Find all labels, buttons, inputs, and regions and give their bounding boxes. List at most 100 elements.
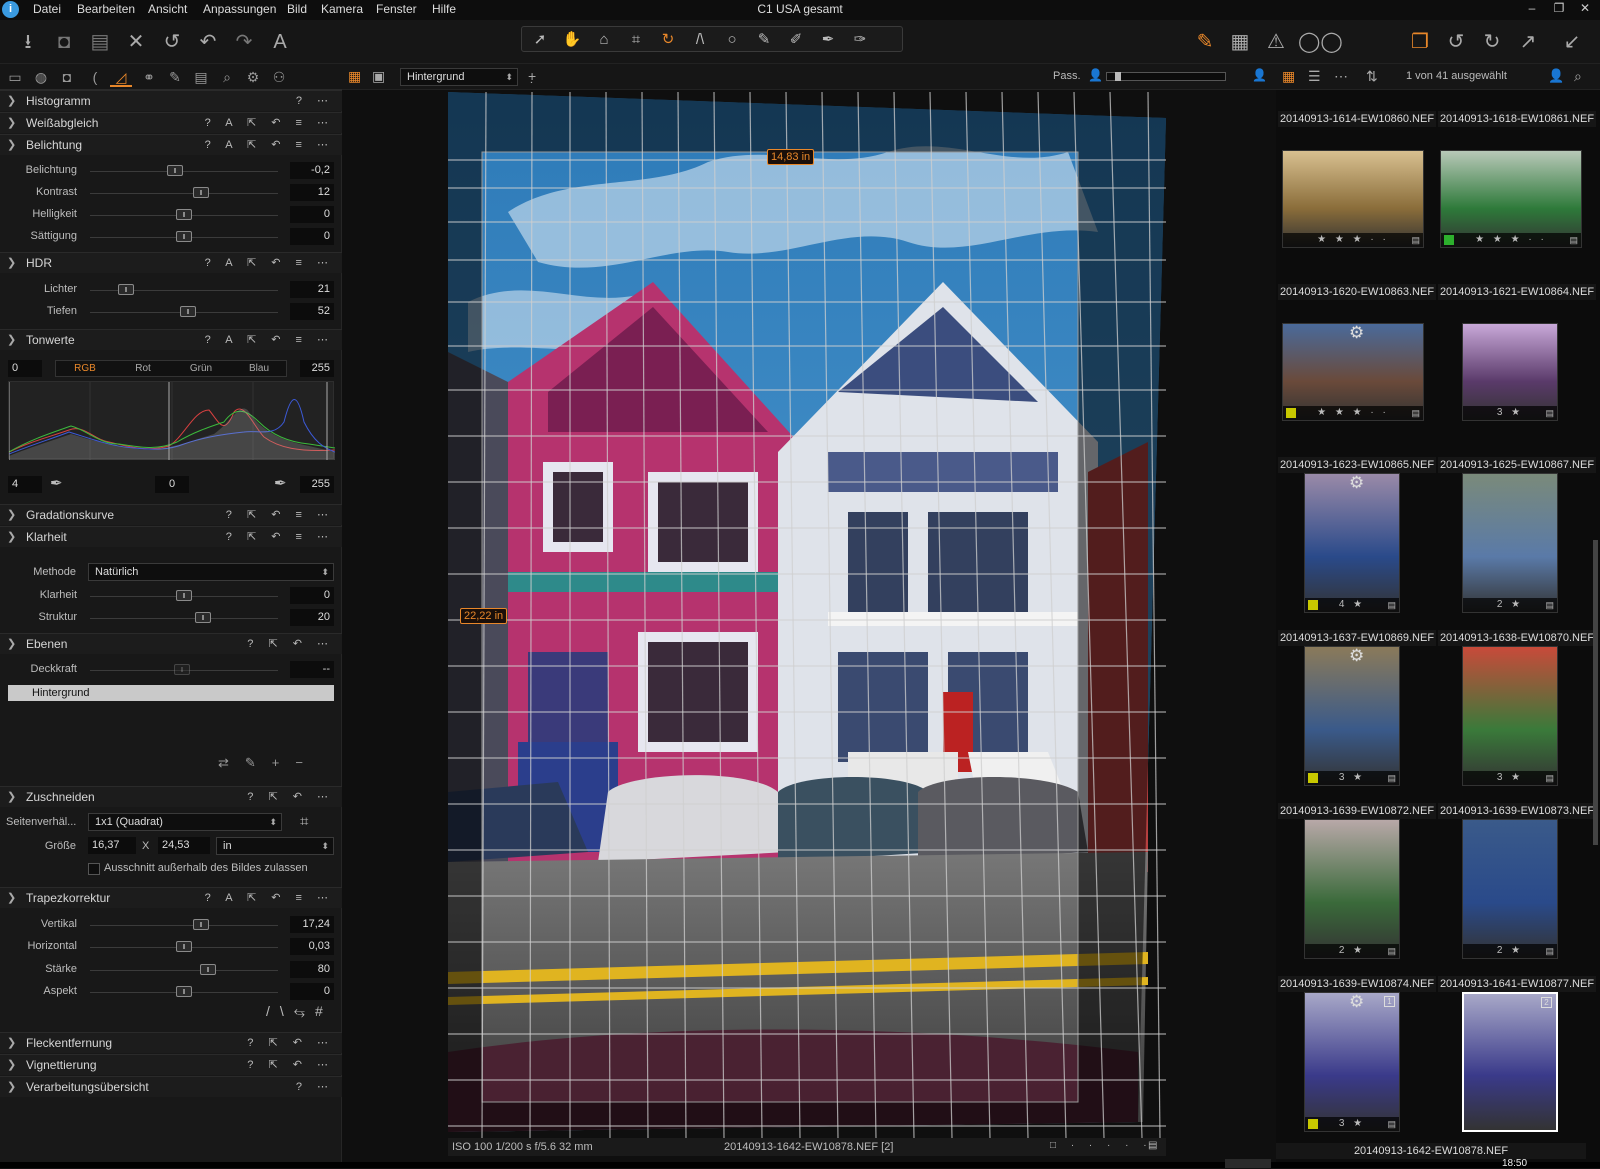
section-hdr[interactable]: ❯ HDR ? A ⇱ ↶ ≡ ⋯	[0, 252, 342, 273]
slider-value[interactable]: 21	[290, 281, 334, 298]
tab-details-icon[interactable]: ✎	[164, 67, 186, 87]
thumbnail-image[interactable]: 3 ★ ▤	[1462, 323, 1558, 421]
section-layers[interactable]: ❯ Ebenen ? ⇱ ↶ ⋯	[0, 633, 342, 654]
pan-cursor-icon[interactable]: ✋	[558, 30, 586, 50]
star-rating[interactable]: 3 ★	[1305, 1117, 1399, 1131]
tab-channel-rgb[interactable]: RGB	[56, 363, 114, 374]
menu-kamera[interactable]: Kamera	[321, 2, 363, 16]
thumbnail-menu-icon[interactable]: ▤	[1411, 233, 1420, 247]
expand-icon[interactable]: ↗	[1514, 28, 1542, 56]
thumbnail-filename[interactable]: 20140913-1639-EW10872.NEF	[1278, 803, 1436, 819]
slider-handle[interactable]	[176, 986, 192, 997]
tab-channel-blue[interactable]: Blau	[230, 363, 288, 374]
slider-value[interactable]: -0,2	[290, 162, 334, 179]
section-actions[interactable]: ? A ⇱ ↶ ≡ ⋯	[205, 891, 334, 904]
slider-handle[interactable]	[176, 209, 192, 220]
single-viewer-icon[interactable]: ▣	[372, 68, 385, 85]
section-actions[interactable]: ? ⋯	[296, 94, 334, 107]
thumbnail-image[interactable]: ★ ★ ★ · · ▤	[1282, 150, 1424, 248]
thumbnail-image[interactable]: 4 ★ ▤	[1304, 473, 1400, 613]
thumbnail-menu-icon[interactable]: ▤	[1387, 1117, 1396, 1131]
thumbnail-filename[interactable]: 20140913-1614-EW10860.NEF	[1278, 111, 1436, 127]
multi-viewer-icon[interactable]: ▦	[348, 68, 361, 85]
star-rating[interactable]: 3 ★	[1463, 771, 1557, 785]
crop-outside-checkbox[interactable]	[88, 863, 100, 875]
thumbnail-image[interactable]: ★ ★ ★ · · ▤	[1440, 150, 1582, 248]
section-curve[interactable]: ❯ Gradationskurve ? ⇱ ↶ ≡ ⋯	[0, 504, 342, 525]
slider-handle[interactable]	[192, 187, 209, 198]
thumbnail-filename[interactable]: 20140913-1620-EW10863.NEF	[1278, 284, 1436, 300]
levels-input-low[interactable]: 4	[8, 476, 42, 493]
slider-track[interactable]	[90, 618, 278, 619]
levels-midpoint[interactable]: 0	[155, 476, 189, 493]
gradient-cursor-icon[interactable]: ✐	[782, 30, 810, 50]
close-window-icon[interactable]: ✕	[1576, 1, 1594, 15]
thumbnail-menu-icon[interactable]: ▤	[1569, 233, 1578, 247]
slider-value[interactable]: 20	[290, 609, 334, 626]
star-rating[interactable]: 4 ★	[1305, 598, 1399, 612]
crop-ratio-select[interactable]: 1x1 (Quadrat) ⬍	[88, 813, 282, 831]
tab-metadata-icon[interactable]: ▤	[190, 67, 212, 87]
section-spot-removal[interactable]: ❯ Fleckentfernung ? ⇱ ↶ ⋯	[0, 1032, 342, 1053]
search-icon[interactable]: ⌕	[1574, 68, 1582, 85]
star-rating[interactable]: 2 ★	[1463, 598, 1557, 612]
menu-anpassungen[interactable]: Anpassungen	[203, 2, 276, 16]
section-actions[interactable]: ? A ⇱ ↶ ≡ ⋯	[205, 138, 334, 151]
rotate-right-icon[interactable]: ↻	[1478, 28, 1506, 56]
thumbnail-menu-icon[interactable]: ▤	[1387, 598, 1396, 612]
layer-actions[interactable]: ⇄✎+−	[218, 755, 319, 771]
exposure-warning-icon[interactable]: ⚠	[1262, 28, 1290, 56]
slider-track[interactable]	[90, 171, 278, 172]
section-processing-summary[interactable]: ❯ Verarbeitungsübersicht ? ⋯	[0, 1076, 342, 1097]
section-keystone[interactable]: ❯ Trapezkorrektur ? A ⇱ ↶ ≡ ⋯	[0, 887, 342, 908]
menu-datei[interactable]: Datei	[33, 2, 61, 16]
filmstrip-view-icon[interactable]: ⋯	[1334, 68, 1348, 85]
tab-search-icon[interactable]: ⌕	[216, 67, 238, 87]
section-histogram[interactable]: ❯ Histogramm ? ⋯	[0, 90, 342, 111]
slider-value[interactable]: 0	[290, 228, 334, 245]
menu-bearbeiten[interactable]: Bearbeiten	[77, 2, 135, 16]
camera-icon[interactable]: ◘	[50, 28, 78, 56]
grid-icon[interactable]: ▦	[1226, 28, 1254, 56]
brush-cursor-icon[interactable]: ✎	[750, 30, 778, 50]
eraser-cursor-icon[interactable]: ✑	[846, 30, 874, 50]
thumbnail-filename[interactable]: 20140913-1637-EW10869.NEF	[1278, 630, 1436, 646]
loupe-cursor-icon[interactable]: ⌂	[590, 30, 618, 50]
edit-mode-icon[interactable]: ✎	[1191, 28, 1219, 56]
restore-icon[interactable]: ❐	[1550, 1, 1568, 15]
eyedropper-white-icon[interactable]: ✒	[274, 474, 287, 492]
slider-value[interactable]: 52	[290, 303, 334, 320]
undo-icon[interactable]: ↶	[194, 28, 222, 56]
section-white-balance[interactable]: ❯ Weißabgleich ? A ⇱ ↶ ≡ ⋯	[0, 112, 342, 133]
layer-select[interactable]: Hintergrund ⬍	[400, 68, 518, 86]
slider-value[interactable]: 0	[290, 983, 334, 1000]
thumbnail-menu-icon[interactable]: ▤	[1545, 944, 1554, 958]
section-actions[interactable]: ? ⇱ ↶ ⋯	[247, 637, 334, 650]
tab-channel-red[interactable]: Rot	[114, 363, 172, 374]
section-vignette[interactable]: ❯ Vignettierung ? ⇱ ↶ ⋯	[0, 1054, 342, 1075]
main-image[interactable]	[448, 92, 1166, 1138]
selected-thumbnail-filename[interactable]: 20140913-1642-EW10878.NEF	[1276, 1143, 1586, 1159]
slider-handle[interactable]	[200, 964, 217, 975]
tab-lens-icon[interactable]: (	[84, 67, 106, 87]
menu-hilfe[interactable]: Hilfe	[432, 2, 456, 16]
thumbnail-image[interactable]: 3 ★ ▤	[1304, 646, 1400, 786]
section-crop[interactable]: ❯ Zuschneiden ? ⇱ ↶ ⋯	[0, 786, 342, 807]
thumbnail-view-icon[interactable]: ▦	[1282, 68, 1295, 85]
menu-bild[interactable]: Bild	[287, 2, 307, 16]
thumbnail-menu-icon[interactable]: ▤	[1387, 771, 1396, 785]
section-actions[interactable]: ? ⇱ ↶ ≡ ⋯	[226, 530, 334, 543]
section-actions[interactable]: ? A ⇱ ↶ ≡ ⋯	[205, 333, 334, 346]
section-actions[interactable]: ? ⇱ ↶ ⋯	[247, 1036, 334, 1049]
taskbar-button[interactable]	[1225, 1159, 1271, 1168]
star-rating[interactable]: ★ ★ ★ · ·	[1283, 233, 1423, 247]
thumbnail-image[interactable]: 3 ★ ▤ 1	[1304, 992, 1400, 1132]
reset-all-icon[interactable]: ↺	[158, 28, 186, 56]
thumbnail-filename[interactable]: 20140913-1621-EW10864.NEF	[1438, 284, 1596, 300]
slider-handle[interactable]	[176, 231, 192, 242]
slider-track[interactable]	[90, 970, 278, 971]
thumbnail-image[interactable]: 2 ★ ▤	[1304, 819, 1400, 959]
section-exposure[interactable]: ❯ Belichtung ? A ⇱ ↶ ≡ ⋯	[0, 134, 342, 155]
zoom-slider[interactable]	[1106, 72, 1226, 81]
eyedropper-cursor-icon[interactable]: ✒	[814, 30, 842, 50]
